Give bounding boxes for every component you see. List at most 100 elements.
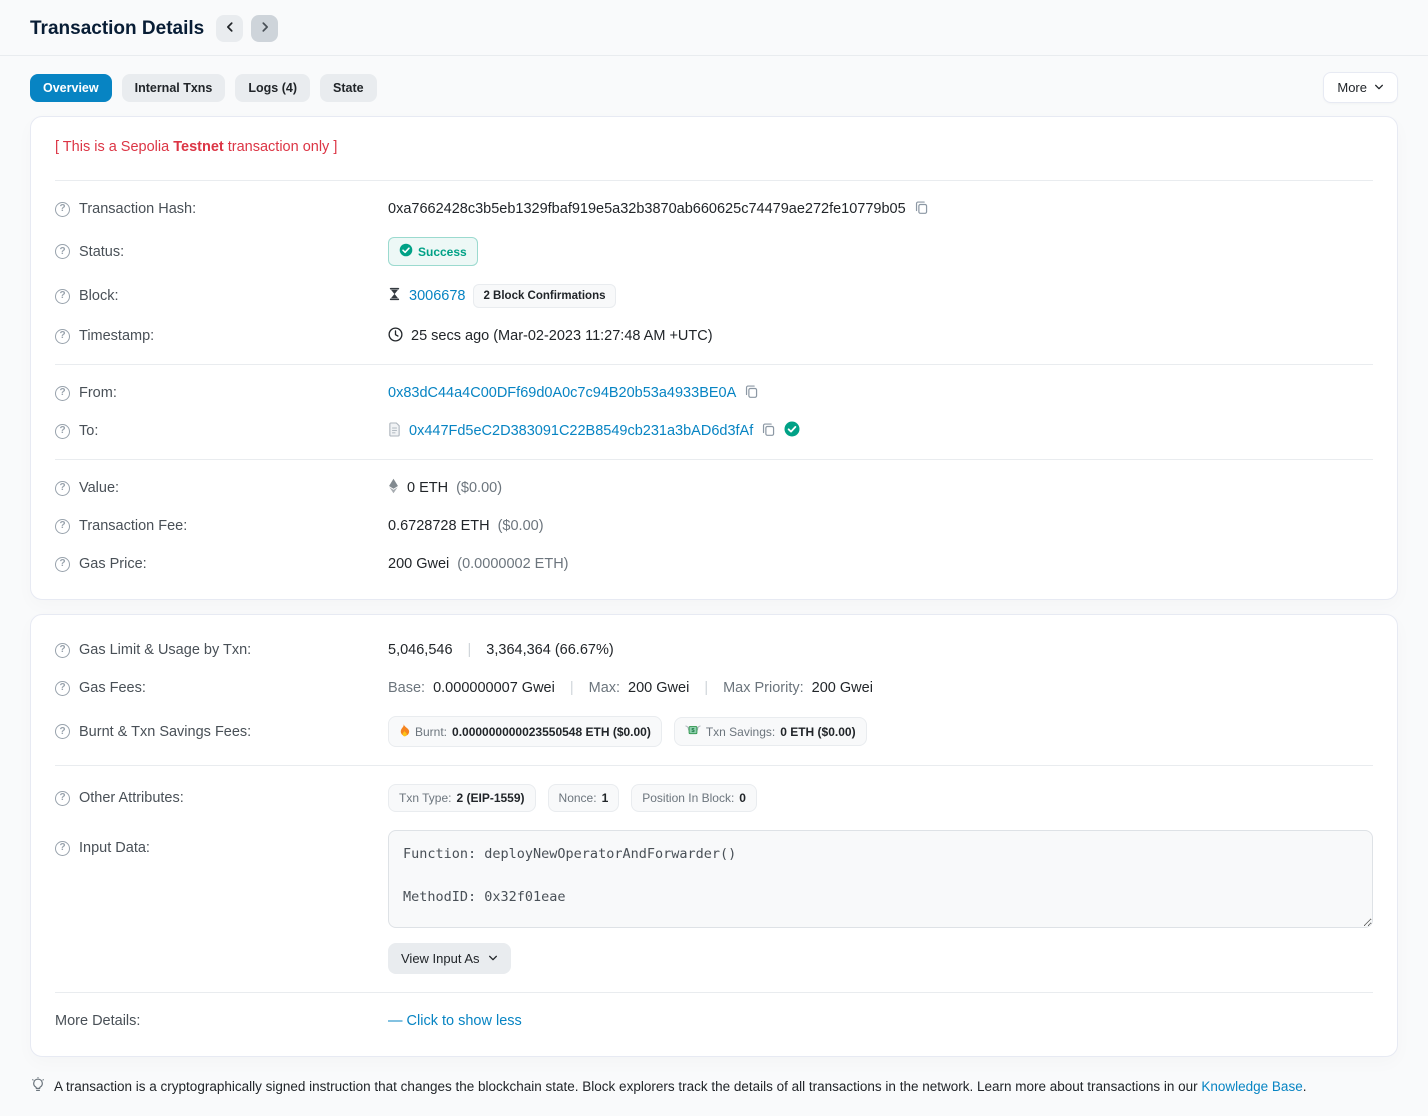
max-priority-fee-value: 200 Gwei	[812, 680, 873, 696]
row-value: ? Value: 0 ETH ($0.00)	[55, 469, 1373, 507]
help-icon[interactable]: ?	[55, 289, 70, 304]
nonce-badge: Nonce: 1	[548, 784, 620, 812]
transaction-fee-usd: ($0.00)	[498, 518, 544, 534]
copy-to-address-button[interactable]	[761, 422, 776, 440]
txn-type-label: Txn Type:	[399, 791, 451, 805]
row-burnt-savings-fees: ? Burnt & Txn Savings Fees: Burnt: 0.000…	[55, 707, 1373, 756]
status-value: Success	[418, 245, 467, 259]
input-data-label: Input Data:	[79, 840, 150, 856]
page-header: Transaction Details	[0, 15, 1428, 42]
divider	[55, 364, 1373, 365]
other-attributes-label: Other Attributes:	[79, 790, 184, 806]
timestamp-value: 25 secs ago (Mar-02-2023 11:27:48 AM +UT…	[411, 328, 713, 344]
position-in-block-value: 0	[739, 791, 746, 805]
help-icon[interactable]: ?	[55, 481, 70, 496]
value-amount: 0 ETH	[407, 480, 448, 496]
status-label: Status:	[79, 244, 124, 260]
chevron-down-icon	[488, 951, 498, 966]
transaction-hash-value: 0xa7662428c3b5eb1329fbaf919e5a32b3870ab6…	[388, 201, 906, 217]
nonce-value: 1	[602, 791, 609, 805]
to-label: To:	[79, 423, 98, 439]
separator: |	[468, 642, 472, 658]
burnt-savings-label: Burnt & Txn Savings Fees:	[79, 724, 251, 740]
details-card: ? Gas Limit & Usage by Txn: 5,046,546 | …	[30, 614, 1398, 1057]
base-fee-label: Base:	[388, 680, 425, 696]
knowledge-base-link[interactable]: Knowledge Base	[1201, 1079, 1302, 1094]
txn-savings-label: Txn Savings:	[706, 725, 775, 739]
tab-internal-txns[interactable]: Internal Txns	[122, 74, 226, 102]
hourglass-icon	[388, 287, 401, 305]
next-transaction-button[interactable]	[251, 15, 278, 42]
transaction-hash-label: Transaction Hash:	[79, 201, 196, 217]
help-icon[interactable]: ?	[55, 244, 70, 259]
view-input-as-button[interactable]: View Input As	[388, 943, 511, 974]
row-transaction-hash: ? Transaction Hash: 0xa7662428c3b5eb1329…	[55, 190, 1373, 228]
burnt-value: 0.000000000023550548 ETH ($0.00)	[452, 725, 651, 739]
help-icon[interactable]: ?	[55, 724, 70, 739]
help-icon[interactable]: ?	[55, 386, 70, 401]
chevron-down-icon	[1374, 80, 1384, 95]
help-icon[interactable]: ?	[55, 681, 70, 696]
row-gas-price: ? Gas Price: 200 Gwei (0.0000002 ETH)	[55, 545, 1373, 583]
page-title: Transaction Details	[30, 18, 204, 40]
row-more-details: More Details: — Click to show less	[55, 1002, 1373, 1040]
testnet-notice: [ This is a Sepolia Testnet transaction …	[55, 133, 1373, 171]
page-footer: A transaction is a cryptographically sig…	[0, 1071, 1428, 1116]
txn-type-value: 2 (EIP-1559)	[456, 791, 524, 805]
header-divider	[0, 55, 1428, 56]
help-icon[interactable]: ?	[55, 841, 70, 856]
divider	[55, 992, 1373, 993]
divider	[55, 180, 1373, 181]
to-address-link[interactable]: 0x447Fd5eC2D383091C22B8549cb231a3bAD6d3f…	[409, 423, 753, 439]
copy-from-address-button[interactable]	[744, 384, 759, 402]
input-data-textarea[interactable]: Function: deployNewOperatorAndForwarder(…	[388, 830, 1373, 928]
block-confirmations-badge: 2 Block Confirmations	[473, 284, 615, 308]
row-timestamp: ? Timestamp: 25 secs ago (Mar-02-2023 11…	[55, 317, 1373, 355]
from-label: From:	[79, 385, 117, 401]
contract-file-icon	[388, 422, 401, 441]
tab-state[interactable]: State	[320, 74, 377, 102]
from-address-link[interactable]: 0x83dC44a4C00DFf69d0A0c7c94B20b53a4933BE…	[388, 385, 736, 401]
txn-savings-value: 0 ETH ($0.00)	[780, 725, 855, 739]
row-gas-limit-usage: ? Gas Limit & Usage by Txn: 5,046,546 | …	[55, 631, 1373, 669]
value-label: Value:	[79, 480, 119, 496]
copy-tx-hash-button[interactable]	[914, 200, 929, 218]
separator: |	[570, 680, 574, 696]
help-icon[interactable]: ?	[55, 202, 70, 217]
check-circle-icon	[399, 243, 413, 260]
more-details-label: More Details:	[55, 1013, 140, 1029]
divider	[55, 765, 1373, 766]
divider	[55, 459, 1373, 460]
tx-pagination	[216, 15, 278, 42]
copy-icon	[761, 422, 776, 440]
max-fee-label: Max:	[589, 680, 620, 696]
show-less-link[interactable]: — Click to show less	[388, 1013, 522, 1029]
help-icon[interactable]: ?	[55, 424, 70, 439]
gas-price-label: Gas Price:	[79, 556, 147, 572]
view-input-as-label: View Input As	[401, 951, 480, 966]
verified-check-icon	[784, 421, 800, 441]
help-icon[interactable]: ?	[55, 557, 70, 572]
previous-transaction-button[interactable]	[216, 15, 243, 42]
help-icon[interactable]: ?	[55, 643, 70, 658]
help-icon[interactable]: ?	[55, 329, 70, 344]
transaction-fee-label: Transaction Fee:	[79, 518, 187, 534]
base-fee-value: 0.000000007 Gwei	[433, 680, 555, 696]
tab-logs[interactable]: Logs (4)	[235, 74, 310, 102]
transaction-details-page: Transaction Details Overview Internal Tx…	[0, 0, 1428, 1116]
row-transaction-fee: ? Transaction Fee: 0.6728728 ETH ($0.00)	[55, 507, 1373, 545]
block-label: Block:	[79, 288, 119, 304]
help-icon[interactable]: ?	[55, 791, 70, 806]
txn-type-badge: Txn Type: 2 (EIP-1559)	[388, 784, 536, 812]
block-number-link[interactable]: 3006678	[409, 288, 465, 304]
more-dropdown-button[interactable]: More	[1323, 72, 1398, 103]
chevron-right-icon	[259, 21, 271, 36]
money-wings-icon: $	[685, 724, 701, 739]
row-status: ? Status: Success	[55, 228, 1373, 275]
row-to: ? To: 0x447Fd5eC2D383091C22B8549cb231a3b…	[55, 412, 1373, 450]
nonce-label: Nonce:	[559, 791, 597, 805]
row-input-data: ? Input Data: Function: deployNewOperato…	[55, 821, 1373, 983]
tab-overview[interactable]: Overview	[30, 74, 112, 102]
gas-price-amount: 200 Gwei	[388, 556, 449, 572]
help-icon[interactable]: ?	[55, 519, 70, 534]
